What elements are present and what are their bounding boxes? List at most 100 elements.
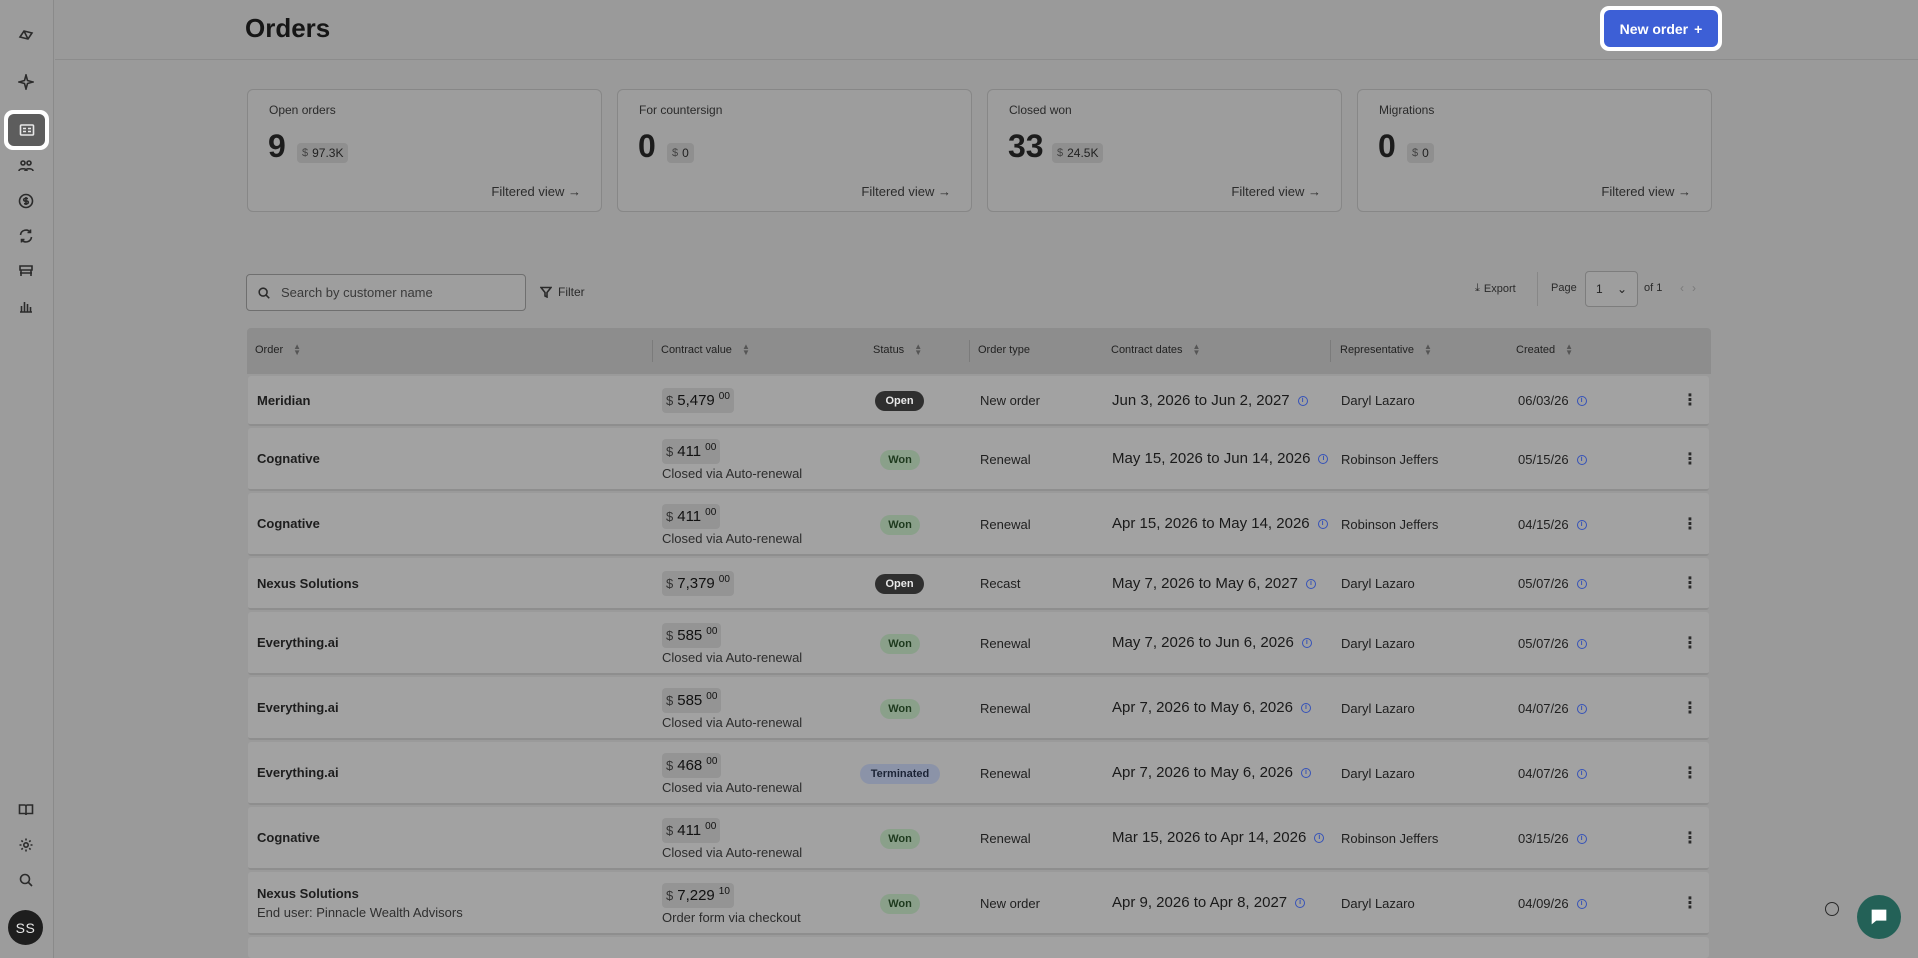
gear-icon[interactable]	[13, 832, 39, 858]
dates-text: Apr 7, 2026 to May 6, 2026	[1112, 699, 1293, 716]
col-status[interactable]: Status ▲ ▼	[873, 343, 922, 357]
info-icon[interactable]: i	[1295, 897, 1306, 908]
dates-text: Apr 9, 2026 to Apr 8, 2027	[1112, 894, 1288, 911]
created-text: 04/15/26	[1518, 517, 1569, 532]
info-icon[interactable]: i	[1317, 518, 1328, 529]
more-options-icon[interactable]: ⋮	[1682, 573, 1698, 593]
customers-icon[interactable]	[13, 153, 39, 179]
info-icon[interactable]: i	[1576, 703, 1587, 714]
filter-button[interactable]: Filter	[540, 285, 585, 299]
order-name: Cognative	[257, 516, 320, 531]
info-icon[interactable]: i	[1297, 395, 1308, 406]
more-options-icon[interactable]: ⋮	[1682, 449, 1698, 469]
info-icon[interactable]: i	[1305, 578, 1316, 589]
sidebar-item-orders[interactable]	[4, 110, 49, 150]
table-row[interactable]: Everything.ai $468 00 Closed via Auto-ren…	[248, 742, 1709, 805]
representative: Daryl Lazaro	[1341, 896, 1415, 911]
col-order[interactable]: Order ▲ ▼	[255, 342, 302, 357]
prev-page-icon[interactable]: ‹	[1680, 281, 1692, 295]
book-icon[interactable]	[13, 797, 39, 823]
info-icon[interactable]: i	[1576, 638, 1587, 649]
info-icon[interactable]: i	[1576, 454, 1587, 465]
export-button[interactable]: ⤓ Export	[1475, 282, 1516, 295]
table-row[interactable]: Meridian $5,479 00 Open New order Jun 3, …	[248, 376, 1709, 426]
currency-symbol: $	[666, 444, 674, 459]
col-representative[interactable]: Representative ▲ ▼	[1340, 343, 1432, 357]
contract-dates: May 15, 2026 to Jun 14, 2026 i	[1112, 450, 1329, 467]
next-page-icon[interactable]: ›	[1692, 281, 1704, 295]
filtered-view-link[interactable]: Filtered view →	[1231, 184, 1321, 199]
renewals-icon[interactable]	[13, 223, 39, 249]
more-options-icon[interactable]: ⋮	[1682, 828, 1698, 848]
filtered-view-link[interactable]: Filtered view →	[1601, 184, 1691, 199]
chevron-down-icon: ⌄	[1616, 282, 1627, 296]
col-contract-value[interactable]: Contract value ▲ ▼	[661, 343, 750, 357]
value-cents: 00	[705, 442, 717, 453]
info-icon[interactable]: i	[1314, 832, 1325, 843]
table-row[interactable]: Everything.ai $585 00 Closed via Auto-ren…	[248, 612, 1709, 675]
card-amount-value: 24.5K	[1067, 146, 1099, 160]
more-options-icon[interactable]: ⋮	[1682, 514, 1698, 534]
contract-note: Closed via Auto-renewal	[662, 531, 803, 546]
order-name: Everything.ai	[257, 765, 339, 780]
card-amount-value: 0	[1422, 146, 1429, 160]
table-row[interactable]: Everything.ai $585 00 Closed via Auto-ren…	[248, 677, 1709, 740]
divider	[1330, 340, 1331, 362]
avatar[interactable]: SS	[8, 910, 43, 945]
billing-icon[interactable]	[13, 188, 39, 214]
table-row[interactable]: Cognative $411 00 Closed via Auto-renewal…	[248, 428, 1709, 491]
page-select-value: 1	[1596, 282, 1603, 296]
table-row[interactable]: Cognative $411 00 Closed via Auto-renewal…	[248, 493, 1709, 556]
chat-button[interactable]	[1857, 895, 1901, 939]
contract-value: $411 00	[662, 818, 721, 843]
help-icon[interactable]	[1825, 902, 1839, 916]
search-input[interactable]	[281, 285, 501, 300]
summary-card-migrations: Migrations 0 $0 Filtered view →	[1357, 89, 1712, 212]
table-row[interactable]: Cognative $411 00 Closed via Auto-renewal…	[248, 807, 1709, 870]
currency-symbol: $	[1057, 147, 1064, 159]
order-type: New order	[980, 393, 1040, 408]
filtered-view-link[interactable]: Filtered view →	[861, 184, 951, 199]
table-row[interactable]: Nexus Solutions End user: Pinnacle Wealt…	[248, 872, 1709, 935]
info-icon[interactable]: i	[1300, 767, 1311, 778]
col-contract-dates[interactable]: Contract dates ▲ ▼	[1111, 343, 1200, 357]
table-row[interactable]	[248, 937, 1709, 958]
products-icon[interactable]	[13, 258, 39, 284]
search-icon[interactable]	[13, 867, 39, 893]
status-badge: Won	[880, 894, 920, 914]
info-icon[interactable]: i	[1301, 637, 1312, 648]
info-icon[interactable]: i	[1576, 519, 1587, 530]
card-label: Migrations	[1379, 103, 1435, 117]
sort-icon: ▲ ▼	[293, 342, 302, 357]
created-text: 04/09/26	[1518, 896, 1569, 911]
representative: Daryl Lazaro	[1341, 576, 1415, 591]
more-options-icon[interactable]: ⋮	[1682, 763, 1698, 783]
logo-icon[interactable]	[13, 22, 39, 48]
new-order-button[interactable]: New order +	[1604, 10, 1718, 47]
search-box	[246, 274, 526, 311]
more-options-icon[interactable]: ⋮	[1682, 698, 1698, 718]
card-label: Closed won	[1009, 103, 1072, 117]
info-icon[interactable]: i	[1300, 702, 1311, 713]
table-row[interactable]: Nexus Solutions $7,379 00 Open Recast May…	[248, 558, 1709, 610]
created-text: 05/07/26	[1518, 576, 1569, 591]
col-created[interactable]: Created ▲ ▼	[1516, 343, 1573, 357]
more-options-icon[interactable]: ⋮	[1682, 633, 1698, 653]
more-options-icon[interactable]: ⋮	[1682, 893, 1698, 913]
info-icon[interactable]: i	[1576, 833, 1587, 844]
info-icon[interactable]: i	[1576, 578, 1587, 589]
info-icon[interactable]: i	[1318, 453, 1329, 464]
value-amount: 411	[677, 443, 702, 460]
divider	[969, 340, 970, 362]
filtered-view-link[interactable]: Filtered view →	[491, 184, 581, 199]
info-icon[interactable]: i	[1576, 768, 1587, 779]
value-cents: 00	[706, 691, 718, 702]
sparkle-icon[interactable]	[13, 69, 39, 95]
page-select[interactable]: 1 ⌄	[1585, 271, 1638, 307]
value-amount: 411	[677, 822, 702, 839]
card-amount: $0	[1407, 143, 1434, 163]
reports-icon[interactable]	[13, 293, 39, 319]
info-icon[interactable]: i	[1576, 898, 1587, 909]
info-icon[interactable]: i	[1576, 395, 1587, 406]
more-options-icon[interactable]: ⋮	[1682, 390, 1698, 410]
